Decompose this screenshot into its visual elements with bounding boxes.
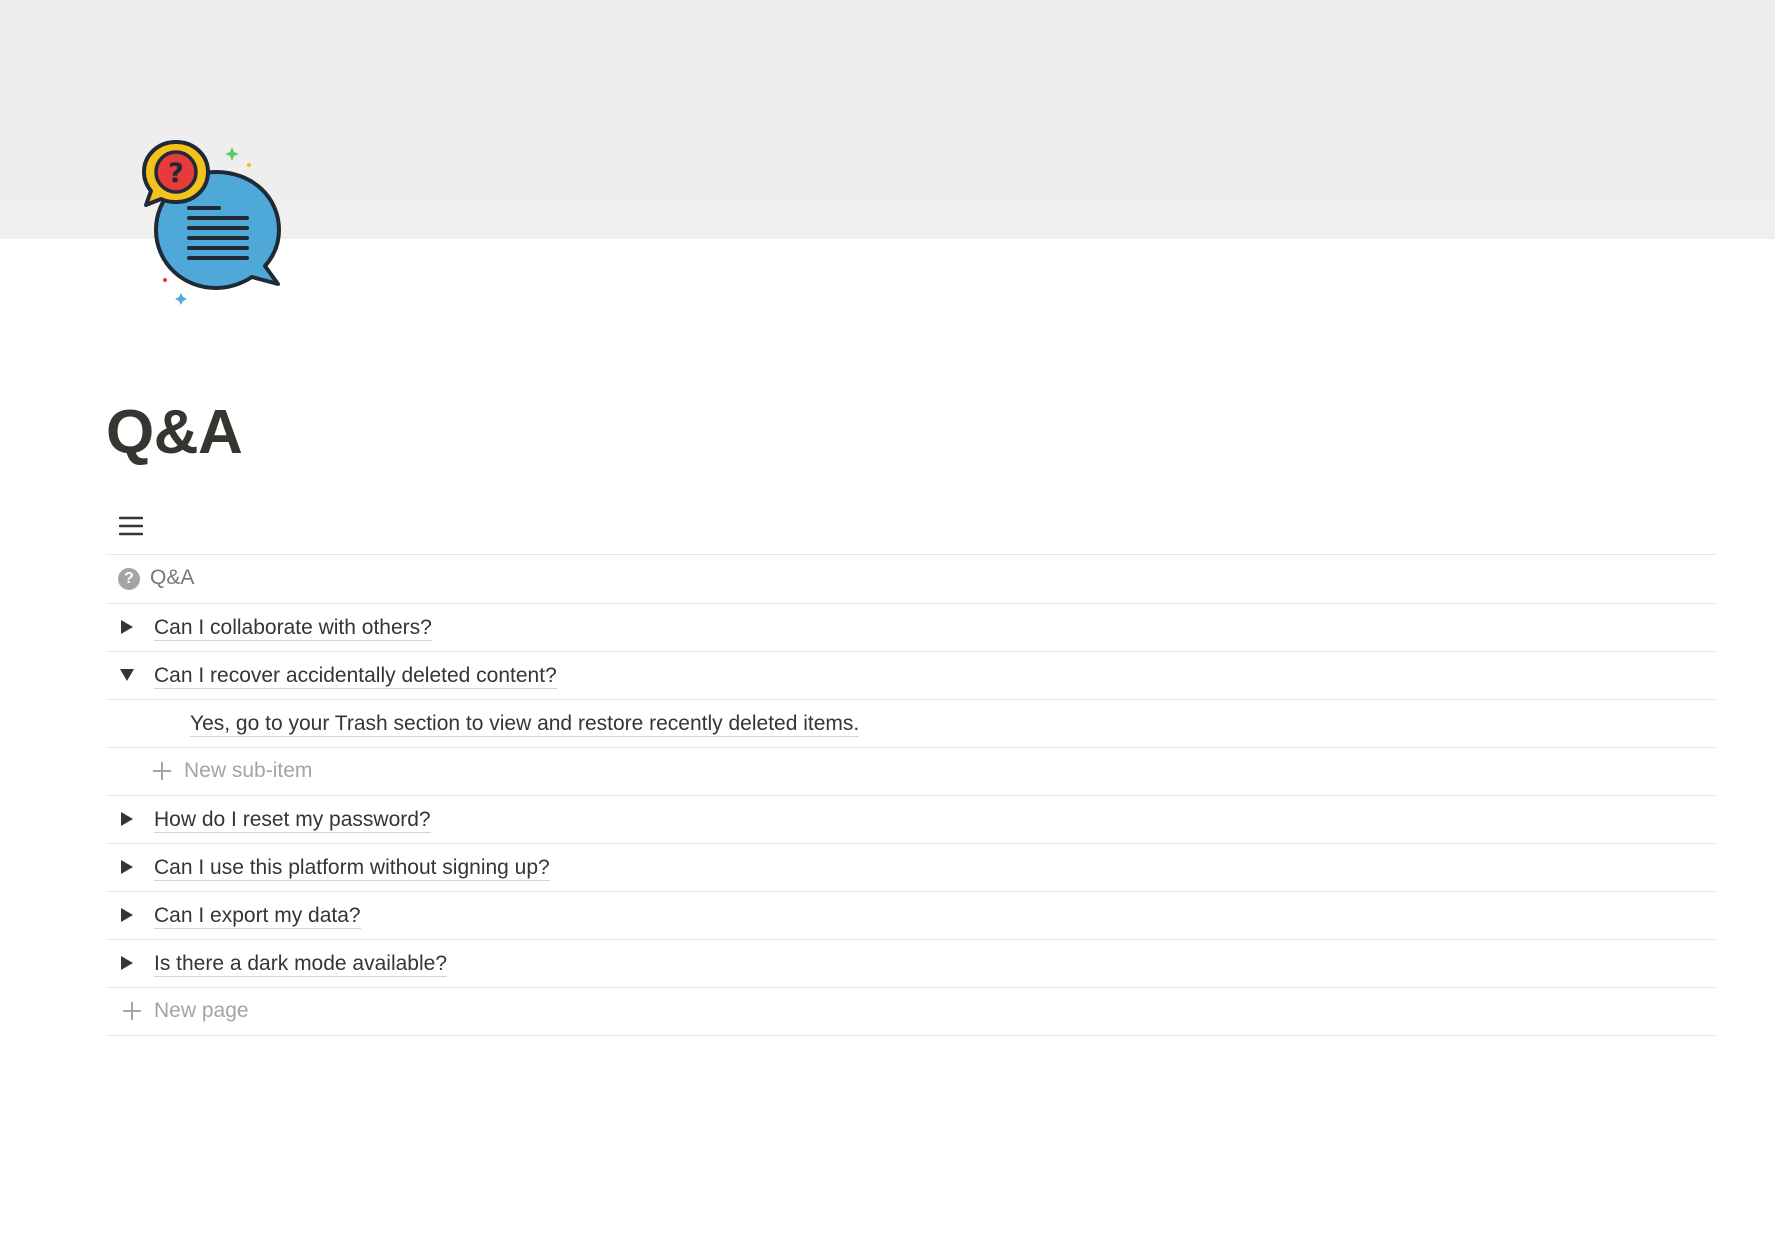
new-sub-item-label: New sub-item <box>184 759 313 782</box>
column-header-qa[interactable]: Q&A <box>150 566 194 590</box>
table-row[interactable]: How do I reset my password? <box>106 796 1716 844</box>
table-row[interactable]: Can I collaborate with others? <box>106 604 1716 652</box>
new-page-label: New page <box>154 999 249 1022</box>
table-row[interactable]: Can I export my data? <box>106 892 1716 940</box>
question-circle-icon: ? <box>118 568 140 590</box>
plus-icon <box>122 1001 142 1021</box>
new-sub-item-button[interactable]: New sub-item <box>152 759 312 783</box>
toggle-collapsed-icon[interactable] <box>114 902 140 928</box>
toggle-collapsed-icon[interactable] <box>114 614 140 640</box>
plus-icon <box>152 761 172 781</box>
new-page-button[interactable]: New page <box>122 999 249 1023</box>
row-title[interactable]: How do I reset my password? <box>154 807 431 833</box>
view-toolbar <box>106 500 1716 555</box>
row-title[interactable]: Can I export my data? <box>154 903 361 929</box>
speech-bubble-question-icon[interactable]: ? <box>140 137 290 312</box>
row-title[interactable]: Can I use this platform without signing … <box>154 855 550 881</box>
row-title[interactable]: Can I collaborate with others? <box>154 615 432 641</box>
table-header: ? Q&A <box>106 554 1716 604</box>
toggle-collapsed-icon[interactable] <box>114 854 140 880</box>
new-page-row[interactable]: New page <box>106 988 1716 1036</box>
sub-item-row[interactable]: Yes, go to your Trash section to view an… <box>106 700 1716 748</box>
hamburger-menu-icon[interactable] <box>118 513 144 539</box>
table-row[interactable]: Can I recover accidentally deleted conte… <box>106 652 1716 700</box>
page-title[interactable]: Q&A <box>106 395 243 471</box>
new-sub-item-row[interactable]: New sub-item <box>106 748 1716 796</box>
row-title[interactable]: Can I recover accidentally deleted conte… <box>154 663 557 689</box>
sub-item-title[interactable]: Yes, go to your Trash section to view an… <box>190 711 860 737</box>
table-row[interactable]: Is there a dark mode available? <box>106 940 1716 988</box>
table-row[interactable]: Can I use this platform without signing … <box>106 844 1716 892</box>
svg-text:?: ? <box>168 158 184 189</box>
toggle-collapsed-icon[interactable] <box>114 806 140 832</box>
row-title[interactable]: Is there a dark mode available? <box>154 951 448 977</box>
qa-database-table: ? Q&A Can I collaborate with others? Can… <box>106 554 1716 1036</box>
toggle-collapsed-icon[interactable] <box>114 950 140 976</box>
toggle-expanded-icon[interactable] <box>114 662 140 688</box>
